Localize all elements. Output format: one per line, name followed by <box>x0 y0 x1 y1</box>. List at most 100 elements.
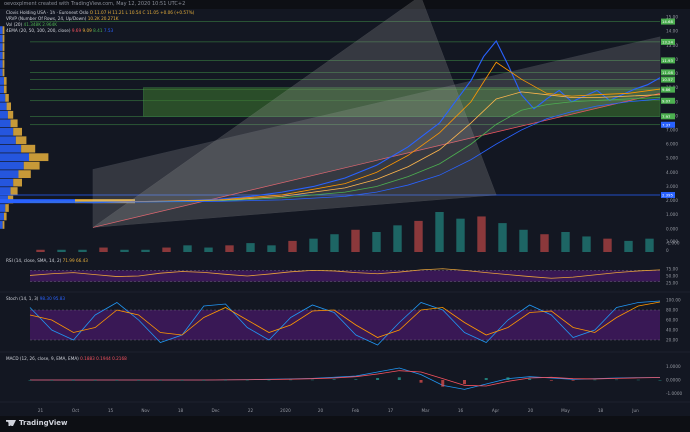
macd-histogram-bar <box>28 380 32 381</box>
g-macd-tick-label: -1.0000 <box>666 391 682 396</box>
ema-value-4: 7.53 <box>103 28 114 33</box>
macd-values: 0.1883 0.1944 0.2168 <box>80 356 127 361</box>
volume-bar <box>120 249 129 252</box>
volume-bar <box>435 212 444 252</box>
tradingview-brand[interactable]: TradingView <box>6 419 68 427</box>
oscillator-band <box>30 310 660 340</box>
rsi-name: RSI (14, close, SMA, 14, 2) <box>6 258 62 263</box>
macd-histogram-bar <box>289 379 293 381</box>
macd-histogram-bar <box>484 378 488 380</box>
price-pane: -1.0000.0001.0002.0003.0004.0005.0006.00… <box>0 0 680 245</box>
macd-histogram-bar <box>615 379 619 381</box>
price-tick-label: 1.000 <box>666 212 678 217</box>
macd-histogram-bar <box>93 380 97 381</box>
chart-frame: oevoxplment created with TradingView.com… <box>0 0 690 432</box>
volume-bar <box>519 229 528 252</box>
x-tick-label: 2020 <box>280 408 291 413</box>
x-tick-label: Jun <box>631 408 639 413</box>
volume-bar <box>561 232 570 252</box>
profile-bar-up <box>0 77 4 85</box>
price-label-text: 10.57 <box>662 77 673 82</box>
macd-legend[interactable]: MACD (12, 26, close, 9, EMA, EMA) 0.1883… <box>6 356 127 362</box>
price-tick-label: 7.000 <box>666 128 678 133</box>
profile-bar-down <box>18 170 31 178</box>
macd-histogram-bar <box>115 380 119 381</box>
volume-bar <box>498 223 507 252</box>
x-tick-label: 18 <box>178 408 184 413</box>
profile-bar-up <box>0 178 14 187</box>
volume-bar <box>540 234 549 252</box>
macd-histogram-bar <box>224 379 228 381</box>
volume-bar <box>582 236 591 252</box>
volume-bar <box>393 225 402 252</box>
macd-histogram-bar <box>354 379 358 380</box>
profile-bar-down <box>5 204 9 212</box>
ema-value-1: 9.69 <box>71 28 82 33</box>
macd-histogram-bar <box>267 379 271 381</box>
rsi-legend[interactable]: RSI (14, close, SMA, 14, 2) 71.99 66.43 <box>6 258 88 264</box>
profile-bar-up <box>0 43 3 51</box>
profile-bar-up <box>0 187 11 195</box>
vrvp-name: VRVP (Number Of Rows, 24, Up/Down) <box>6 16 87 21</box>
macd-histogram-bar <box>158 380 162 381</box>
macd-histogram-bar <box>571 380 575 381</box>
volume-bar <box>603 238 612 252</box>
profile-bar-up <box>0 110 8 119</box>
macd-histogram-bar <box>332 379 336 380</box>
price-tick-label: 3.000 <box>666 184 678 189</box>
x-axis: 21 Oct 15 Nov 18 Dec 22 2020 20 Feb 17 Mar 16 Apr 20 Ma… <box>38 408 639 413</box>
x-tick-label: 22 <box>248 408 254 413</box>
volume-bar <box>36 249 45 252</box>
volume-bar <box>246 243 255 252</box>
volume-bar <box>645 238 654 252</box>
volume-bar <box>162 247 171 252</box>
profile-bar-up <box>0 136 16 145</box>
profile-bar-down <box>10 119 18 128</box>
profile-bar-up <box>0 51 3 60</box>
x-tick-label: May <box>561 408 570 413</box>
profile-bar-up <box>0 161 24 170</box>
stoch-pane: 100.00 80.00 60.00 40.00 20.00 <box>0 298 690 353</box>
profile-bar-up <box>0 212 4 221</box>
ema-name: 4EMA (20, 50, 100, 200, close) <box>6 28 71 33</box>
macd-histogram-bar <box>506 377 510 380</box>
macd-histogram-bar <box>376 378 380 380</box>
g-stoch-tick-label: 20.00 <box>666 338 678 343</box>
profile-bar-down <box>10 187 18 195</box>
ema-legend[interactable]: 4EMA (20, 50, 100, 200, close) 9.69 9.09… <box>6 28 113 34</box>
profile-bar-up <box>0 102 7 111</box>
volume-bar <box>414 220 423 252</box>
price-label-text: 14.68 <box>662 19 673 24</box>
x-tick-label: 16 <box>458 408 464 413</box>
g-stoch-tick-label: 100.00 <box>666 298 681 303</box>
x-tick-label: Apr <box>492 408 500 413</box>
price-tick-label: 5.000 <box>666 156 678 161</box>
price-tick-label: 4.000 <box>666 170 678 175</box>
profile-bar-down <box>2 51 5 60</box>
profile-bar-down <box>3 77 7 85</box>
stoch-values: 98.30 95.83 <box>39 296 66 301</box>
stoch-legend[interactable]: Stoch (14, 1, 3) 98.30 95.83 <box>6 296 65 302</box>
rsi-pane: 75.00 50.00 25.00 <box>0 267 690 293</box>
volume-bar <box>477 216 486 252</box>
profile-bar-up <box>0 153 30 162</box>
volume-tick-label: 0 <box>666 248 669 253</box>
tradingview-logo-icon <box>6 420 16 426</box>
macd-histogram-bar <box>397 377 401 380</box>
profile-bar-up <box>0 221 3 229</box>
x-tick-label: Feb <box>352 408 360 413</box>
g-macd-tick-label: 0.0000 <box>666 378 681 383</box>
chart-canvas[interactable]: -1.0000.0001.0002.0003.0004.0005.0006.00… <box>0 0 690 432</box>
price-label-text: 9.07 <box>662 98 671 103</box>
price-tick-label: 14.00 <box>666 29 678 34</box>
volume-bar <box>204 247 213 252</box>
series-macd <box>30 367 661 390</box>
macd-histogram-bar <box>658 380 662 381</box>
g-stoch-tick-label: 40.00 <box>666 328 678 333</box>
x-tick-label: 17 <box>388 408 394 413</box>
price-label-text: 11.93 <box>662 58 673 63</box>
profile-bar-down <box>2 43 5 51</box>
symbol-values: O 11.07 H 11.21 L 10.54 C 11.05 +0.06 (+… <box>89 10 195 15</box>
price-label-text: 7.37 <box>662 122 671 127</box>
profile-bar-down <box>13 178 22 187</box>
